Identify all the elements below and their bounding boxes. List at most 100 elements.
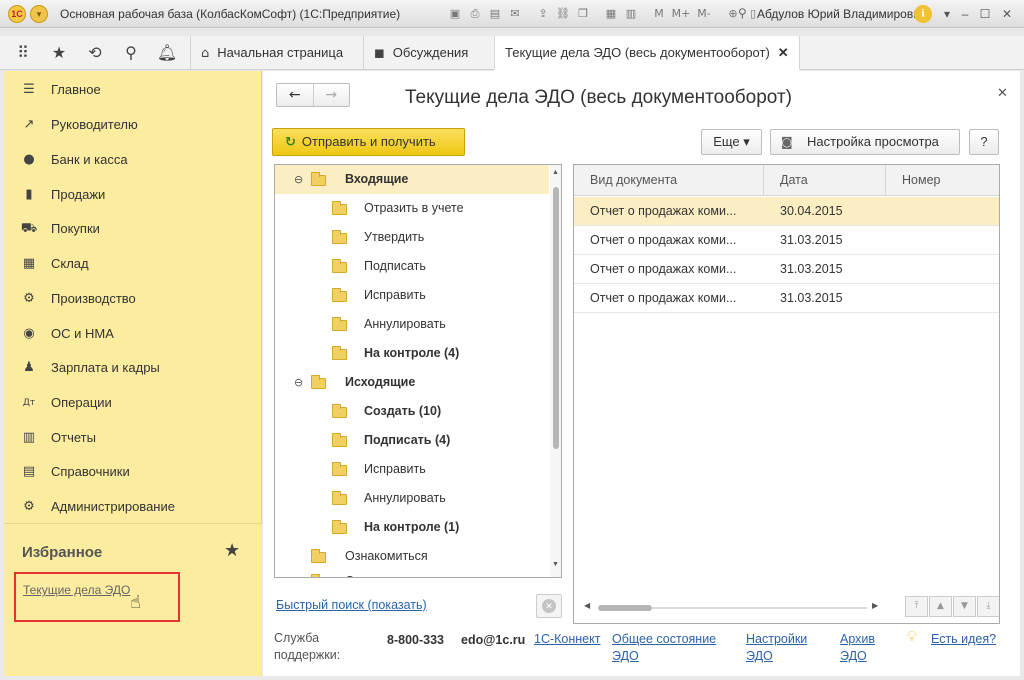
memory-minus-button[interactable]: M-	[694, 5, 714, 23]
first-row-icon[interactable]: ⤒	[905, 596, 928, 617]
tree-item-incoming[interactable]: ⊖ Входящие	[275, 165, 549, 194]
tree-item[interactable]: На контроле (4)	[275, 339, 549, 368]
forward-arrow-icon[interactable]: →	[312, 84, 350, 106]
tab-current-edo[interactable]: Текущие дела ЭДО (весь документооборот) ✕	[494, 36, 800, 71]
next-row-icon[interactable]: ▼	[953, 596, 976, 617]
preview-icon[interactable]: ▤	[486, 5, 504, 23]
sidebar-item-sales[interactable]: ▮ Продажи	[4, 178, 262, 212]
link-icon[interactable]: ⛓	[554, 5, 572, 23]
edo-status-link[interactable]: Общее состояние ЭДО	[612, 631, 716, 665]
sidebar-item-admin[interactable]: ⚙ Администрирование	[4, 490, 262, 524]
edo-archive-link[interactable]: Архив ЭДО	[840, 631, 875, 665]
support-phone: 8-800-333	[387, 633, 444, 647]
idea-link[interactable]: Есть идея?	[931, 631, 996, 648]
notifications-bell-icon[interactable]: 🔔︎	[156, 42, 178, 64]
scroll-thumb[interactable]	[553, 187, 559, 449]
help-button[interactable]: ?	[969, 129, 999, 155]
last-row-icon[interactable]: ⤓	[977, 596, 999, 617]
favorite-link-current-edo[interactable]: Текущие дела ЭДО	[23, 583, 130, 597]
collapse-icon[interactable]: ⊖	[294, 368, 303, 397]
folder-icon	[332, 491, 347, 505]
apps-grid-icon[interactable]: ⠿	[12, 42, 34, 64]
tree-item[interactable]: Создать (10)	[275, 397, 549, 426]
tree-item[interactable]: Аннулировать	[275, 484, 549, 513]
table-horizontal-scrollbar[interactable]: ◀ ▶	[582, 601, 882, 614]
close-window-icon[interactable]: ✕	[998, 5, 1016, 23]
table-row[interactable]: Отчет о продажах коми... 31.03.2015	[574, 255, 999, 284]
tree-item[interactable]: Подписать	[275, 252, 549, 281]
sidebar-item-management[interactable]: ↗ Руководителю	[4, 108, 262, 142]
search-icon[interactable]: ⚲	[120, 42, 142, 64]
send-receive-button[interactable]: ↻ Отправить и получить	[272, 128, 465, 156]
print-icon[interactable]: ⎙	[466, 5, 484, 23]
view-settings-button[interactable]: ◙ Настройка просмотра	[770, 129, 960, 155]
quick-search-link[interactable]: Быстрый поиск (показать)	[276, 598, 427, 612]
calendar-icon[interactable]: ▥	[622, 5, 640, 23]
folder-icon	[311, 375, 326, 389]
sidebar-item-warehouse[interactable]: ▦ Склад	[4, 247, 262, 281]
column-header-date[interactable]: Дата	[764, 165, 886, 196]
sidebar-item-production[interactable]: ⚙ Производство	[4, 282, 262, 316]
memory-m-button[interactable]: M	[650, 5, 668, 23]
tree-item[interactable]: Утвердить	[275, 223, 549, 252]
tree-item[interactable]: Аннулировать	[275, 310, 549, 339]
scroll-right-icon[interactable]: ▶	[872, 601, 878, 610]
save-icon[interactable]: ▣	[446, 5, 464, 23]
sidebar-item-references[interactable]: ▤ Справочники	[4, 455, 262, 489]
clear-search-button[interactable]: ✕	[536, 594, 562, 618]
column-header-doc-type[interactable]: Вид документа	[574, 165, 764, 196]
folder-icon	[332, 404, 347, 418]
main-menu-button[interactable]: ▾	[30, 5, 48, 23]
memory-plus-button[interactable]: M+	[670, 5, 692, 23]
history-icon[interactable]: ⟲	[84, 42, 106, 64]
tree-item-outgoing[interactable]: ⊖ Исходящие	[275, 368, 549, 397]
star-icon[interactable]: ★	[224, 540, 240, 561]
more-button[interactable]: Еще ▾	[701, 129, 762, 155]
back-arrow-icon[interactable]: ←	[277, 84, 313, 106]
tree-item[interactable]: Подписать (4)	[275, 426, 549, 455]
table-row[interactable]: Отчет о продажах коми... 31.03.2015	[574, 226, 999, 255]
sidebar-item-bank[interactable]: ● Банк и касса	[4, 143, 262, 177]
collapse-icon[interactable]: ⊖	[294, 165, 303, 194]
info-dropdown-icon[interactable]: ▾	[938, 5, 956, 23]
tree-item[interactable]: Исправить	[275, 455, 549, 484]
sidebar-item-purchases[interactable]: ⛟ Покупки	[4, 212, 262, 246]
prev-row-icon[interactable]: ▲	[929, 596, 952, 617]
favorites-star-icon[interactable]: ★	[48, 42, 70, 64]
upload-icon[interactable]: ⇪	[534, 5, 552, 23]
copy-icon[interactable]: ❐	[574, 5, 592, 23]
column-header-number[interactable]: Номер	[886, 165, 999, 196]
current-user[interactable]: Абдулов Юрий Владимирович	[757, 7, 926, 21]
tab-discussions[interactable]: ◼ Обсуждения	[363, 36, 478, 70]
calculator-icon[interactable]: ▦	[602, 5, 620, 23]
connect-link[interactable]: 1С-Коннект	[534, 631, 600, 648]
folder-icon	[332, 201, 347, 215]
scroll-up-icon[interactable]: ▲	[552, 169, 559, 176]
close-icon[interactable]: ✕	[997, 85, 1008, 101]
tab-home[interactable]: ⌂ Начальная страница	[190, 36, 353, 70]
mail-icon[interactable]: ✉	[506, 5, 524, 23]
sidebar-item-reports[interactable]: ▥ Отчеты	[4, 421, 262, 455]
divider	[716, 5, 722, 23]
sidebar-item-operations[interactable]: Дт Операции	[4, 386, 262, 420]
minimize-icon[interactable]: –	[956, 5, 974, 23]
scroll-left-icon[interactable]: ◀	[584, 601, 590, 610]
tree-item[interactable]: Исправить	[275, 281, 549, 310]
tree-item[interactable]: На контроле (1)	[275, 513, 549, 542]
table-row[interactable]: Отчет о продажах коми... 30.04.2015	[574, 197, 999, 226]
folder-tree: ⊖ Входящие Отразить в учете Утвердить Под…	[274, 164, 562, 578]
table-row[interactable]: Отчет о продажах коми... 31.03.2015	[574, 284, 999, 313]
info-icon[interactable]: i	[914, 5, 932, 23]
scroll-down-icon[interactable]: ▼	[552, 561, 559, 568]
sidebar-item-main[interactable]: ☰ Главное	[4, 73, 262, 107]
maximize-icon[interactable]: ☐	[976, 5, 994, 23]
scroll-thumb[interactable]	[598, 605, 652, 611]
sidebar-item-assets[interactable]: ◉ ОС и НМА	[4, 317, 262, 351]
tree-scrollbar[interactable]: ▲ ▼	[550, 165, 561, 577]
tree-item-send[interactable]: Отправить	[275, 567, 549, 577]
edo-settings-link[interactable]: Настройки ЭДО	[746, 631, 807, 665]
close-tab-icon[interactable]: ✕	[778, 45, 789, 60]
tree-item[interactable]: Отразить в учете	[275, 194, 549, 223]
clear-icon: ✕	[542, 599, 556, 613]
sidebar-item-payroll[interactable]: ♟ Зарплата и кадры	[4, 351, 262, 385]
